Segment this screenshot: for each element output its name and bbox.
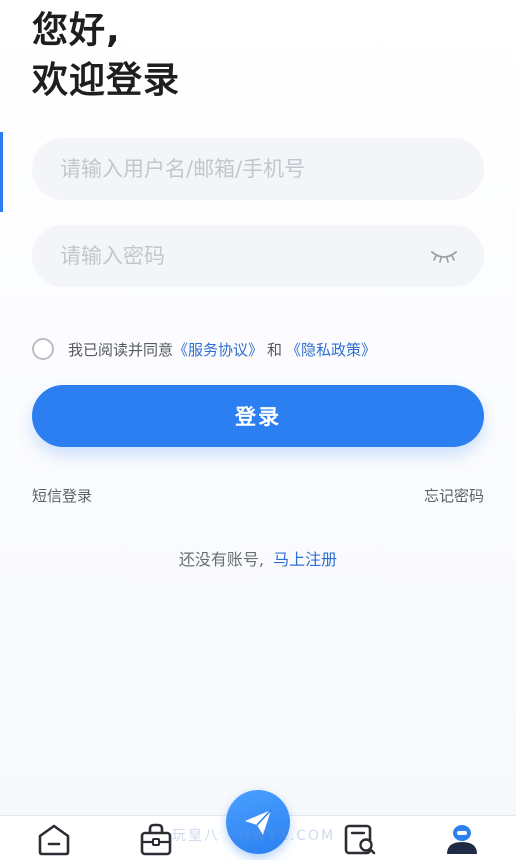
greeting-heading: 您好, 欢迎登录 — [32, 6, 180, 106]
register-prompt: 还没有账号, — [178, 550, 264, 569]
username-field-container — [32, 138, 484, 200]
username-input[interactable] — [60, 138, 430, 200]
privacy-policy-link[interactable]: 《隐私政策》 — [286, 339, 376, 360]
agreement-and: 和 — [267, 340, 283, 359]
agreement-row: 我已阅读并同意 《服务协议》 和 《隐私政策》 — [32, 335, 376, 363]
agreement-prefix: 我已阅读并同意 — [68, 340, 174, 359]
login-button[interactable]: 登录 — [32, 385, 484, 447]
greeting-line-2: 欢迎登录 — [32, 60, 181, 101]
password-input[interactable] — [60, 225, 430, 287]
profile-icon[interactable] — [444, 822, 480, 856]
forgot-password-link[interactable]: 忘记密码 — [424, 485, 484, 506]
search-list-icon[interactable] — [342, 822, 378, 856]
bag-icon[interactable] — [138, 822, 174, 856]
register-row: 还没有账号, 马上注册 — [0, 546, 516, 570]
left-accent-bar — [0, 132, 3, 212]
agreement-checkbox[interactable] — [32, 338, 54, 360]
service-agreement-link[interactable]: 《服务协议》 — [173, 339, 263, 360]
eye-closed-icon[interactable] — [430, 245, 458, 267]
send-icon[interactable] — [226, 790, 290, 854]
greeting-line-1: 您好, — [32, 10, 121, 51]
password-field-container — [32, 225, 484, 287]
register-link[interactable]: 马上注册 — [273, 550, 337, 569]
sms-login-link[interactable]: 短信登录 — [32, 485, 92, 506]
home-icon[interactable] — [36, 822, 72, 856]
